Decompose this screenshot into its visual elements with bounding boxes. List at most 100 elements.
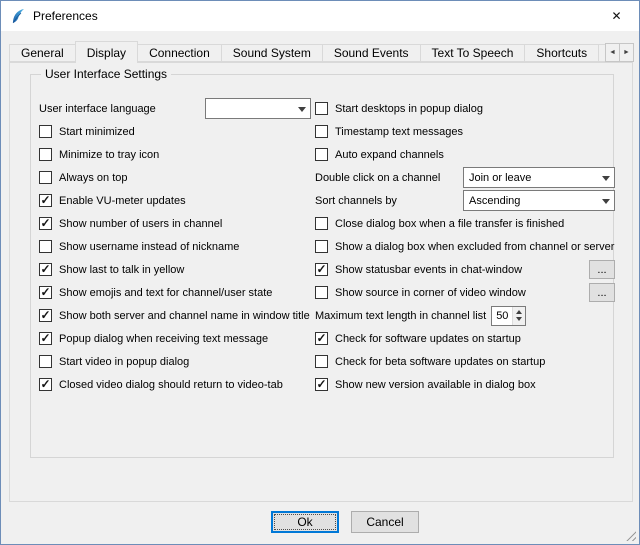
checkbox-label: Start desktops in popup dialog bbox=[335, 103, 483, 115]
tab-scroll-right-button[interactable]: ► bbox=[619, 43, 634, 62]
max-text-length-label: Maximum text length in channel list bbox=[315, 310, 486, 322]
checkbox-label: Start video in popup dialog bbox=[59, 356, 189, 368]
checkbox-start-minimized[interactable] bbox=[39, 125, 52, 138]
row-last-talk: Show last to talk in yellow bbox=[39, 258, 311, 281]
checkbox-label: Show username instead of nickname bbox=[59, 241, 239, 253]
language-label: User interface language bbox=[39, 103, 156, 115]
max-text-length-row: Maximum text length in channel list 50 bbox=[315, 304, 615, 327]
sort-channels-dropdown[interactable]: Ascending bbox=[463, 190, 615, 211]
row-statusbar-events: Show statusbar events in chat-window ... bbox=[315, 258, 615, 281]
checkbox-excluded-dialog[interactable] bbox=[315, 240, 328, 253]
row-beta-updates: Check for beta software updates on start… bbox=[315, 350, 615, 373]
checkbox-video-popup[interactable] bbox=[39, 355, 52, 368]
checkbox-desktops-popup[interactable] bbox=[315, 102, 328, 115]
checkbox-label: Auto expand channels bbox=[335, 149, 444, 161]
sort-channels-value: Ascending bbox=[464, 195, 598, 207]
tab-sound-system[interactable]: Sound System bbox=[221, 44, 323, 62]
checkbox-label: Start minimized bbox=[59, 126, 135, 138]
checkbox-minimize-to-tray[interactable] bbox=[39, 148, 52, 161]
double-click-row: Double click on a channel Join or leave bbox=[315, 166, 615, 189]
checkbox-new-version[interactable] bbox=[315, 378, 328, 391]
checkbox-video-source[interactable] bbox=[315, 286, 328, 299]
dropdown-arrow-icon bbox=[598, 191, 614, 210]
spin-down-icon[interactable] bbox=[513, 316, 525, 325]
row-new-version: Show new version available in dialog box bbox=[315, 373, 615, 396]
resize-grip[interactable] bbox=[624, 529, 636, 541]
arrow-right-icon: ► bbox=[623, 49, 630, 56]
sort-channels-row: Sort channels by Ascending bbox=[315, 189, 615, 212]
checkbox-label: Close dialog box when a file transfer is… bbox=[335, 218, 564, 230]
checkbox-close-transfer[interactable] bbox=[315, 217, 328, 230]
app-icon bbox=[10, 8, 26, 24]
checkbox-label: Popup dialog when receiving text message bbox=[59, 333, 268, 345]
checkbox-statusbar-events[interactable] bbox=[315, 263, 328, 276]
checkbox-label: Minimize to tray icon bbox=[59, 149, 159, 161]
row-user-count: Show number of users in channel bbox=[39, 212, 311, 235]
checkbox-auto-expand[interactable] bbox=[315, 148, 328, 161]
row-video-return: Closed video dialog should return to vid… bbox=[39, 373, 311, 396]
row-start-minimized: Start minimized bbox=[39, 120, 311, 143]
double-click-dropdown[interactable]: Join or leave bbox=[463, 167, 615, 188]
row-video-popup: Start video in popup dialog bbox=[39, 350, 311, 373]
double-click-label: Double click on a channel bbox=[315, 172, 440, 184]
tab-shortcuts[interactable]: Shortcuts bbox=[524, 44, 599, 62]
preferences-window: Preferences ✕ User Interface Settings Us… bbox=[0, 0, 640, 545]
checkbox-last-talk[interactable] bbox=[39, 263, 52, 276]
user-interface-settings-group: User Interface Settings User interface l… bbox=[30, 74, 614, 458]
checkbox-label: Show new version available in dialog box bbox=[335, 379, 536, 391]
row-minimize-to-tray: Minimize to tray icon bbox=[39, 143, 311, 166]
checkbox-label: Show statusbar events in chat-window bbox=[335, 264, 522, 276]
checkbox-label: Show last to talk in yellow bbox=[59, 264, 184, 276]
row-video-source: Show source in corner of video window ..… bbox=[315, 281, 615, 304]
titlebar[interactable]: Preferences ✕ bbox=[1, 1, 639, 31]
checkbox-always-on-top[interactable] bbox=[39, 171, 52, 184]
row-vu-meter: Enable VU-meter updates bbox=[39, 189, 311, 212]
row-username: Show username instead of nickname bbox=[39, 235, 311, 258]
close-button[interactable]: ✕ bbox=[594, 1, 639, 31]
checkbox-vu-meter[interactable] bbox=[39, 194, 52, 207]
checkbox-label: Check for beta software updates on start… bbox=[335, 356, 545, 368]
row-auto-expand: Auto expand channels bbox=[315, 143, 615, 166]
statusbar-events-config-button[interactable]: ... bbox=[589, 260, 615, 279]
double-click-value: Join or leave bbox=[464, 172, 598, 184]
checkbox-label: Enable VU-meter updates bbox=[59, 195, 186, 207]
checkbox-label: Show emojis and text for channel/user st… bbox=[59, 287, 272, 299]
checkbox-label: Show source in corner of video window bbox=[335, 287, 526, 299]
language-dropdown[interactable] bbox=[205, 98, 311, 119]
checkbox-timestamp[interactable] bbox=[315, 125, 328, 138]
checkbox-user-count[interactable] bbox=[39, 217, 52, 230]
checkbox-software-updates[interactable] bbox=[315, 332, 328, 345]
video-source-config-button[interactable]: ... bbox=[589, 283, 615, 302]
tab-text-to-speech[interactable]: Text To Speech bbox=[420, 44, 526, 62]
checkbox-emojis[interactable] bbox=[39, 286, 52, 299]
dropdown-arrow-icon bbox=[294, 99, 310, 118]
checkbox-label: Closed video dialog should return to vid… bbox=[59, 379, 283, 391]
tab-sound-events[interactable]: Sound Events bbox=[322, 44, 421, 62]
checkbox-label: Show a dialog box when excluded from cha… bbox=[335, 241, 614, 253]
row-close-transfer: Close dialog box when a file transfer is… bbox=[315, 212, 615, 235]
tab-display[interactable]: Display bbox=[75, 41, 138, 63]
row-software-updates: Check for software updates on startup bbox=[315, 327, 615, 350]
tab-general[interactable]: General bbox=[9, 44, 76, 62]
checkbox-video-return[interactable] bbox=[39, 378, 52, 391]
checkbox-popup-text[interactable] bbox=[39, 332, 52, 345]
ok-button[interactable]: Ok bbox=[271, 511, 339, 533]
tab-connection[interactable]: Connection bbox=[137, 44, 222, 62]
max-text-length-spinner[interactable]: 50 bbox=[491, 306, 526, 326]
spin-up-icon[interactable] bbox=[513, 307, 525, 316]
row-emojis: Show emojis and text for channel/user st… bbox=[39, 281, 311, 304]
checkbox-label: Show both server and channel name in win… bbox=[59, 310, 310, 322]
left-column: User interface language Start minimized … bbox=[39, 97, 311, 396]
arrow-left-icon: ◄ bbox=[609, 49, 616, 56]
display-tab-panel: User Interface Settings User interface l… bbox=[9, 62, 633, 502]
language-row: User interface language bbox=[39, 97, 311, 120]
checkbox-label: Always on top bbox=[59, 172, 127, 184]
checkbox-beta-updates[interactable] bbox=[315, 355, 328, 368]
tab-scroll-left-button[interactable]: ◄ bbox=[605, 43, 620, 62]
checkbox-label: Check for software updates on startup bbox=[335, 333, 521, 345]
cancel-button[interactable]: Cancel bbox=[351, 511, 419, 533]
checkbox-window-title[interactable] bbox=[39, 309, 52, 322]
window-title: Preferences bbox=[33, 9, 98, 23]
checkbox-username[interactable] bbox=[39, 240, 52, 253]
dropdown-arrow-icon bbox=[598, 168, 614, 187]
